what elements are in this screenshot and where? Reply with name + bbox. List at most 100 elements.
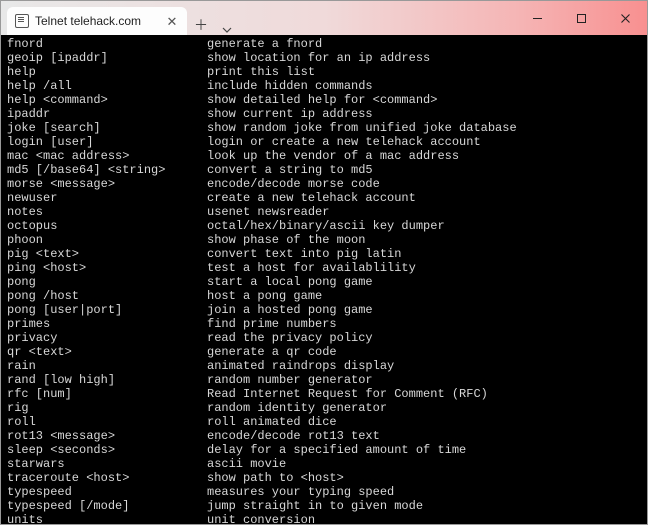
command-description: find prime numbers — [207, 317, 337, 331]
command-description: look up the vendor of a mac address — [207, 149, 459, 163]
command-name: primes — [7, 317, 207, 331]
command-description: generate a fnord — [207, 37, 322, 51]
command-row: geoip [ipaddr]show location for an ip ad… — [7, 51, 641, 65]
command-description: test a host for availablility — [207, 261, 416, 275]
command-row: privacyread the privacy policy — [7, 331, 641, 345]
command-row: rfc [num]Read Internet Request for Comme… — [7, 387, 641, 401]
new-tab-button[interactable]: ＋ — [187, 15, 215, 35]
command-name: pong [user|port] — [7, 303, 207, 317]
command-name: pig <text> — [7, 247, 207, 261]
command-description: encode/decode morse code — [207, 177, 380, 191]
command-name: typespeed [/mode] — [7, 499, 207, 513]
command-description: octal/hex/binary/ascii key dumper — [207, 219, 445, 233]
command-name: morse <message> — [7, 177, 207, 191]
command-row: ping <host>test a host for availablility — [7, 261, 641, 275]
command-name: rig — [7, 401, 207, 415]
close-window-button[interactable] — [603, 1, 647, 35]
command-row: sleep <seconds>delay for a specified amo… — [7, 443, 641, 457]
command-row: rollroll animated dice — [7, 415, 641, 429]
terminal-output[interactable]: fnordgenerate a fnordgeoip [ipaddr]show … — [1, 35, 647, 524]
command-description: unit conversion — [207, 513, 315, 524]
command-description: delay for a specified amount of time — [207, 443, 466, 457]
titlebar[interactable]: Telnet telehack.com ✕ ＋ — [1, 1, 647, 35]
command-description: random identity generator — [207, 401, 387, 415]
command-description: jump straight in to given mode — [207, 499, 423, 513]
command-name: ping <host> — [7, 261, 207, 275]
command-row: helpprint this list — [7, 65, 641, 79]
command-description: Read Internet Request for Comment (RFC) — [207, 387, 488, 401]
tabs-dropdown-button[interactable] — [215, 25, 239, 35]
command-row: unitsunit conversion — [7, 513, 641, 524]
command-row: primesfind prime numbers — [7, 317, 641, 331]
command-row: pongstart a local pong game — [7, 275, 641, 289]
command-name: rot13 <message> — [7, 429, 207, 443]
command-name: rain — [7, 359, 207, 373]
command-name: login [user] — [7, 135, 207, 149]
command-description: host a pong game — [207, 289, 322, 303]
command-row: mac <mac address>look up the vendor of a… — [7, 149, 641, 163]
app-window: Telnet telehack.com ✕ ＋ fnordgenerate a … — [0, 0, 648, 525]
command-description: encode/decode rot13 text — [207, 429, 380, 443]
command-row: octopusoctal/hex/binary/ascii key dumper — [7, 219, 641, 233]
command-description: show location for an ip address — [207, 51, 430, 65]
command-name: qr <text> — [7, 345, 207, 359]
command-name: joke [search] — [7, 121, 207, 135]
command-name: pong /host — [7, 289, 207, 303]
command-row: starwarsascii movie — [7, 457, 641, 471]
command-description: join a hosted pong game — [207, 303, 373, 317]
command-description: show detailed help for <command> — [207, 93, 437, 107]
command-row: joke [search]show random joke from unifi… — [7, 121, 641, 135]
command-row: rand [low high]random number generator — [7, 373, 641, 387]
maximize-button[interactable] — [559, 1, 603, 35]
command-row: typespeedmeasures your typing speed — [7, 485, 641, 499]
command-description: animated raindrops display — [207, 359, 394, 373]
command-row: typespeed [/mode]jump straight in to giv… — [7, 499, 641, 513]
command-description: include hidden commands — [207, 79, 373, 93]
command-row: rot13 <message>encode/decode rot13 text — [7, 429, 641, 443]
command-description: show current ip address — [207, 107, 373, 121]
command-row: traceroute <host>show path to <host> — [7, 471, 641, 485]
close-icon — [620, 13, 631, 24]
command-description: login or create a new telehack account — [207, 135, 481, 149]
tab-strip: Telnet telehack.com ✕ ＋ — [1, 1, 239, 35]
command-row: qr <text>generate a qr code — [7, 345, 641, 359]
command-name: units — [7, 513, 207, 524]
command-name: roll — [7, 415, 207, 429]
command-row: morse <message>encode/decode morse code — [7, 177, 641, 191]
command-row: fnordgenerate a fnord — [7, 37, 641, 51]
browser-tab[interactable]: Telnet telehack.com ✕ — [7, 7, 187, 35]
command-name: help <command> — [7, 93, 207, 107]
command-description: measures your typing speed — [207, 485, 394, 499]
terminal-favicon-icon — [15, 14, 29, 28]
window-controls — [515, 1, 647, 35]
command-name: notes — [7, 205, 207, 219]
command-row: login [user]login or create a new teleha… — [7, 135, 641, 149]
command-description: read the privacy policy — [207, 331, 373, 345]
command-name: starwars — [7, 457, 207, 471]
minimize-button[interactable] — [515, 1, 559, 35]
command-name: fnord — [7, 37, 207, 51]
command-description: generate a qr code — [207, 345, 337, 359]
command-row: notesusenet newsreader — [7, 205, 641, 219]
command-row: newusercreate a new telehack account — [7, 191, 641, 205]
command-row: rigrandom identity generator — [7, 401, 641, 415]
command-name: rfc [num] — [7, 387, 207, 401]
tab-close-button[interactable]: ✕ — [165, 15, 179, 28]
command-row: help /allinclude hidden commands — [7, 79, 641, 93]
command-name: newuser — [7, 191, 207, 205]
command-row: rainanimated raindrops display — [7, 359, 641, 373]
command-name: pong — [7, 275, 207, 289]
command-name: typespeed — [7, 485, 207, 499]
command-name: rand [low high] — [7, 373, 207, 387]
command-name: help — [7, 65, 207, 79]
command-row: md5 [/base64] <string>convert a string t… — [7, 163, 641, 177]
minimize-icon — [532, 13, 543, 24]
command-name: traceroute <host> — [7, 471, 207, 485]
command-row: pig <text>convert text into pig latin — [7, 247, 641, 261]
command-name: octopus — [7, 219, 207, 233]
titlebar-spacer[interactable] — [239, 1, 515, 35]
command-description: show path to <host> — [207, 471, 344, 485]
command-name: geoip [ipaddr] — [7, 51, 207, 65]
command-row: pong [user|port]join a hosted pong game — [7, 303, 641, 317]
command-description: convert text into pig latin — [207, 247, 401, 261]
